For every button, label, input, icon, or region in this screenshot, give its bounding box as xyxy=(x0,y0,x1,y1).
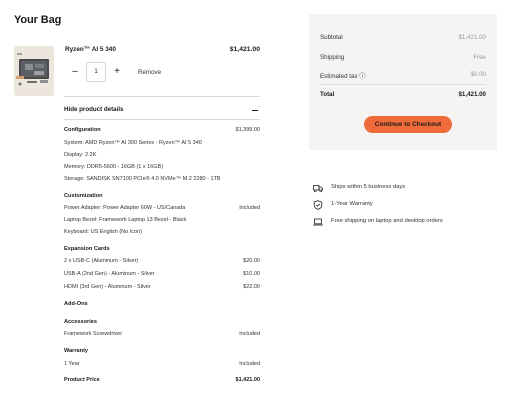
customization-line: Power Adapter: Power Adapter 60W - US/Ca… xyxy=(64,205,186,211)
checkout-button[interactable]: Continue to Checkout xyxy=(364,116,452,133)
total-value: $1,421.00 xyxy=(458,91,486,98)
divider xyxy=(320,84,486,85)
product-price-total: $1,421.00 xyxy=(235,377,260,383)
tax-value: $0.00 xyxy=(470,71,486,78)
config-line: System: AMD Ryzen™ AI 300 Series - Ryzen… xyxy=(64,140,202,146)
hide-details-label: Hide product details xyxy=(64,106,124,113)
expansion-value: $10.00 xyxy=(243,271,260,277)
customization-value: Included xyxy=(239,205,260,211)
warranty-heading: Warranty xyxy=(64,348,89,354)
expansion-value: $20.00 xyxy=(243,258,260,264)
shield-check-icon xyxy=(313,200,323,210)
product-name: Ryzen™ AI 5 340 xyxy=(65,46,116,53)
tax-label: Estimated tax ⓘ xyxy=(320,73,366,80)
laptop-product-image xyxy=(14,46,54,96)
customization-line: Keyboard: US English (No Icon) xyxy=(64,229,142,235)
remove-button[interactable]: Remove xyxy=(138,69,161,76)
laptop-icon xyxy=(313,217,323,227)
feature-text: Ships within 5 business days xyxy=(331,184,406,190)
minus-icon xyxy=(252,110,258,112)
divider xyxy=(64,119,260,120)
feature-text: 1-Year Warranty xyxy=(331,201,373,207)
expansion-line: HDMI (3rd Gen) - Aluminum - Silver xyxy=(64,284,151,290)
divider xyxy=(64,96,260,97)
expansion-line: 2 x USB-C (Aluminum - Silver) xyxy=(64,258,139,264)
config-line: Storage: SANDISK SN7100 PCIe® 4.0 NVMe™ … xyxy=(64,176,221,182)
configuration-price: $1,399.00 xyxy=(235,127,260,133)
shipping-value: Free xyxy=(473,54,486,61)
expansion-heading: Expansion Cards xyxy=(64,246,110,252)
configuration-heading: Configuration xyxy=(64,127,101,133)
accessories-heading: Accessories xyxy=(64,319,97,325)
shipping-label: Shipping xyxy=(320,54,345,61)
config-line: Display: 2.2K xyxy=(64,152,97,158)
tax-row: Estimated tax ⓘ $0.00 xyxy=(320,71,486,81)
customization-heading: Customization xyxy=(64,193,103,199)
expansion-value: $22.00 xyxy=(243,284,260,290)
truck-icon xyxy=(313,183,323,193)
addons-heading: Add-Ons xyxy=(64,301,88,307)
increase-quantity-button[interactable]: + xyxy=(112,66,122,78)
product-price-label: Product Price xyxy=(64,377,100,383)
total-row: Total $1,421.00 xyxy=(320,91,486,101)
page-title: Your Bag xyxy=(14,14,62,26)
customization-line: Laptop Bezel: Framework Laptop 13 Bezel … xyxy=(64,217,187,223)
shipping-row: Shipping Free xyxy=(320,54,486,64)
quantity-input[interactable]: 1 xyxy=(86,62,106,82)
subtotal-value: $1,421.00 xyxy=(458,34,486,41)
accessory-value: Included xyxy=(239,331,260,337)
expansion-line: USB-A (2nd Gen) - Aluminum - Silver xyxy=(64,271,155,277)
warranty-line: 1 Year xyxy=(64,361,80,367)
subtotal-row: Subtotal $1,421.00 xyxy=(320,34,486,44)
config-line: Memory: DDR5-5600 - 16GB (1 x 16GB) xyxy=(64,164,164,170)
accessory-line: Framework Screwdriver xyxy=(64,331,123,337)
hide-details-toggle[interactable]: Hide product details xyxy=(64,104,260,116)
warranty-value: Included xyxy=(239,361,260,367)
total-label: Total xyxy=(320,91,335,98)
feature-text: Free shipping on laptop and desktop orde… xyxy=(331,218,443,224)
subtotal-label: Subtotal xyxy=(320,34,343,41)
product-price: $1,421.00 xyxy=(229,46,260,53)
order-summary: Subtotal $1,421.00 Shipping Free Estimat… xyxy=(309,14,497,150)
decrease-quantity-button[interactable]: – xyxy=(70,66,80,78)
